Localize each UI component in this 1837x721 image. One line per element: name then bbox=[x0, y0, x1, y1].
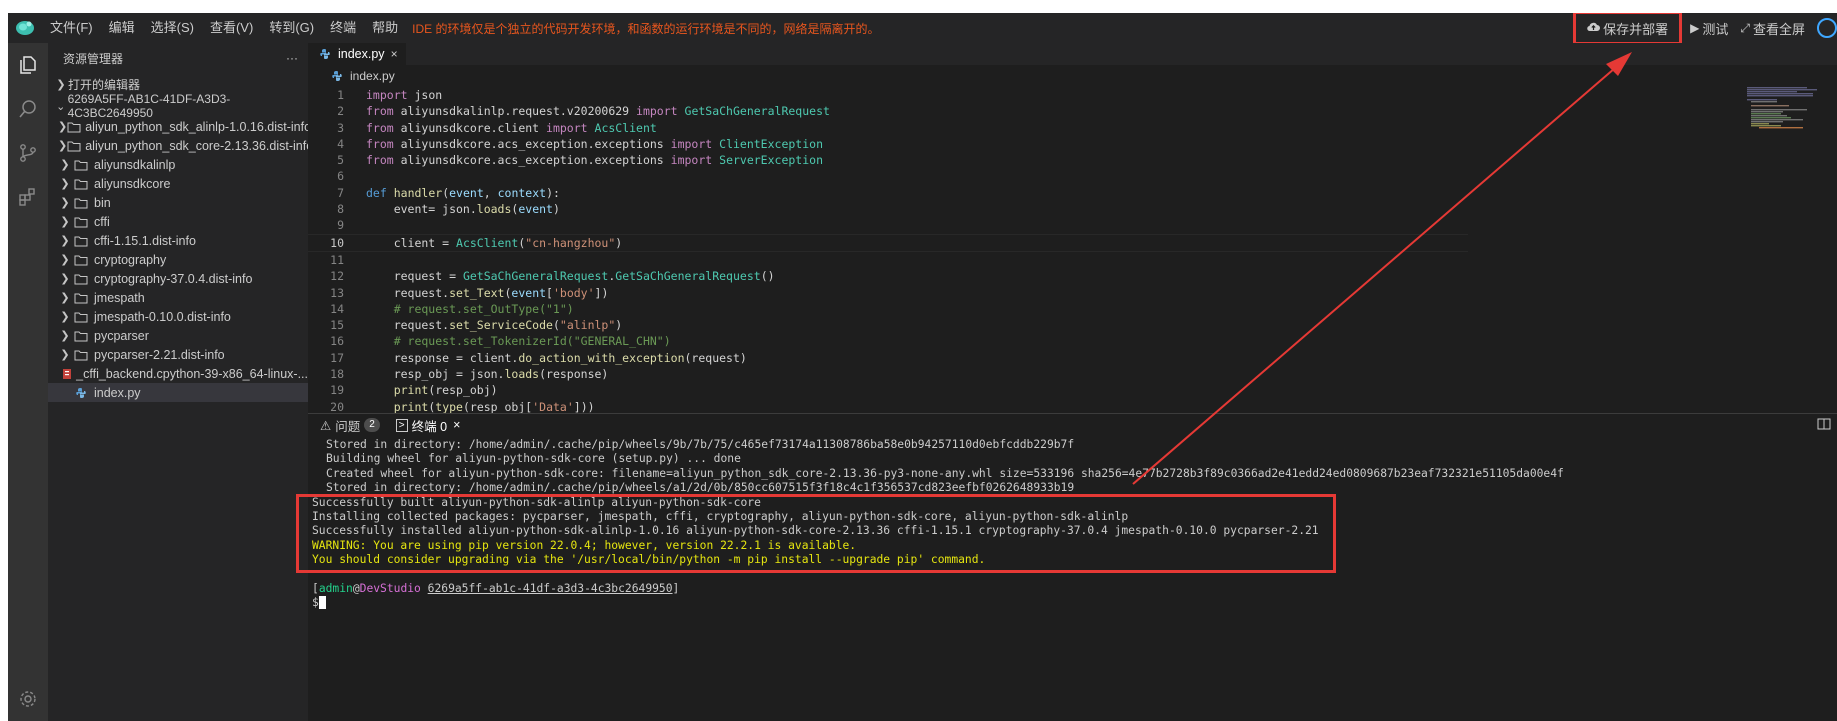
annotation-arrow bbox=[1132, 52, 1632, 485]
